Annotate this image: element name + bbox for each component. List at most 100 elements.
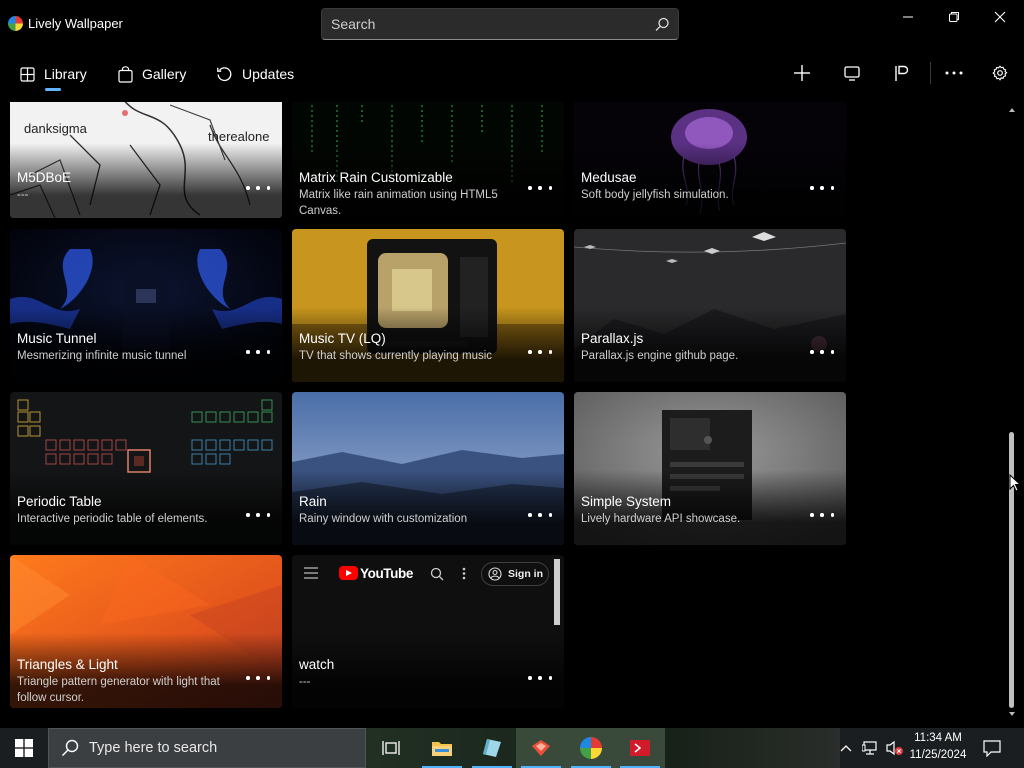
mouse-cursor-icon [1009,474,1021,492]
search-box[interactable] [321,8,679,40]
card-description: TV that shows currently playing music [299,350,493,362]
card-title: Matrix Rain Customizable [299,170,453,185]
sticky-app-icon [483,739,501,757]
task-view-button[interactable] [366,728,416,768]
wallpaper-card-rain[interactable]: Rain Rainy window with customization [292,392,564,545]
lively-taskbar-button[interactable] [566,728,616,768]
tab-gallery[interactable]: Gallery [118,62,186,86]
settings-icon [992,65,1008,81]
search-icon [61,739,79,757]
card-more-button[interactable] [528,345,552,359]
card-more-button[interactable] [810,508,834,522]
notifications-button[interactable] [980,738,1004,758]
lively-logo-icon [8,16,23,31]
card-title: Periodic Table [17,494,102,509]
card-more-button[interactable] [810,181,834,195]
search-icon [430,567,444,581]
card-description: Mesmerizing infinite music tunnel [17,350,187,362]
red-app-taskbar-button[interactable] [516,728,566,768]
restore-button[interactable] [932,4,976,30]
file-explorer-taskbar-button[interactable] [417,728,467,768]
file-explorer-icon [432,742,452,756]
volume-button[interactable] [886,738,904,758]
card-description: Triangle pattern generator with light th… [17,676,220,704]
card-more-button[interactable] [246,181,270,195]
tab-updates-label: Updates [242,66,295,82]
red-app-icon [532,740,550,756]
taskbar-search-placeholder: Type here to search [89,740,218,756]
card-more-button[interactable] [246,345,270,359]
card-description: --- [299,676,311,688]
card-description: Parallax.js engine github page. [581,350,739,362]
card-more-button[interactable] [810,345,834,359]
wallpaper-card-music-tunnel[interactable]: Music Tunnel Mesmerizing infinite music … [10,229,282,382]
settings-button[interactable] [988,62,1012,84]
shopping-bag-icon [118,65,133,83]
wallpaper-card-watch[interactable]: YouTube Sign in watch --- [292,555,564,708]
window-title: Lively Wallpaper [28,16,123,31]
more-icon [945,71,963,75]
card-title: Simple System [581,494,672,509]
card-title: Music Tunnel [17,331,97,346]
wallpaper-card-parallax[interactable]: Parallax.js Parallax.js engine github pa… [574,229,846,382]
close-button[interactable] [978,4,1022,30]
card-description: Matrix like rain animation using HTML5 C… [299,189,498,217]
customise-button[interactable] [889,62,913,84]
card-title: Rain [299,494,327,509]
card-more-button[interactable] [528,671,552,685]
thumbnail-scrollbar [554,559,560,625]
card-description: Lively hardware API showcase. [581,513,741,525]
wallpaper-card-m5dboe[interactable]: danksigma therealone M5DBoE --- [10,102,282,218]
nav-bar: Library Gallery Updates [0,52,1024,96]
lively-icon [580,737,602,759]
search-input[interactable] [331,9,641,39]
card-more-button[interactable] [246,671,270,685]
restore-icon [949,12,959,22]
customise-icon [895,65,909,81]
card-description: --- [17,189,29,201]
youtube-logo-icon [339,566,358,580]
monitor-icon [844,66,860,81]
wallpaper-card-medusae[interactable]: Medusae Soft body jellyfish simulation. [574,102,846,218]
terminal-icon [630,740,650,756]
sticky-app-taskbar-button[interactable] [467,728,517,768]
signin-label: Sign in [508,568,543,580]
hamburger-menu-icon [304,567,318,579]
network-button[interactable] [862,738,880,758]
show-hidden-icons-button[interactable] [837,738,855,758]
taskbar-search[interactable]: Type here to search [48,728,366,768]
tab-updates[interactable]: Updates [216,62,294,86]
selected-tab-indicator [45,88,61,91]
screen-layout-button[interactable] [840,62,864,84]
notification-icon [983,739,1001,757]
account-icon [488,567,502,581]
kebab-menu-icon [462,567,466,580]
windows-logo-icon [15,739,33,757]
more-options-button[interactable] [942,62,966,84]
taskbar-clock[interactable]: 11:34 AM 11/25/2024 [906,730,970,768]
terminal-taskbar-button[interactable] [615,728,665,768]
clock-time: 11:34 AM [914,732,962,744]
card-more-button[interactable] [528,508,552,522]
minimize-icon [903,16,913,18]
tab-gallery-label: Gallery [142,66,187,82]
card-more-button[interactable] [246,508,270,522]
tab-library[interactable]: Library [20,62,87,86]
wallpaper-card-periodic-table[interactable]: Periodic Table Interactive periodic tabl… [10,392,282,545]
wallpaper-card-simple-system[interactable]: Simple System Lively hardware API showca… [574,392,846,545]
scroll-down-arrow-icon[interactable] [1008,710,1016,718]
close-icon [994,11,1006,23]
minimize-button[interactable] [886,4,930,30]
search-icon[interactable] [652,15,672,35]
signin-pill: Sign in [481,562,549,586]
card-title: Music TV (LQ) [299,331,386,346]
wallpaper-card-music-tv[interactable]: Music TV (LQ) TV that shows currently pl… [292,229,564,382]
start-button[interactable] [0,728,48,768]
scroll-up-arrow-icon[interactable] [1008,106,1016,114]
add-icon [794,65,810,81]
card-more-button[interactable] [528,181,552,195]
title-bar: Lively Wallpaper [0,0,1024,46]
wallpaper-card-triangles-light[interactable]: Triangles & Light Triangle pattern gener… [10,555,282,708]
wallpaper-card-matrix-rain[interactable]: Matrix Rain Customizable Matrix like rai… [292,102,564,218]
add-wallpaper-button[interactable] [790,62,814,84]
